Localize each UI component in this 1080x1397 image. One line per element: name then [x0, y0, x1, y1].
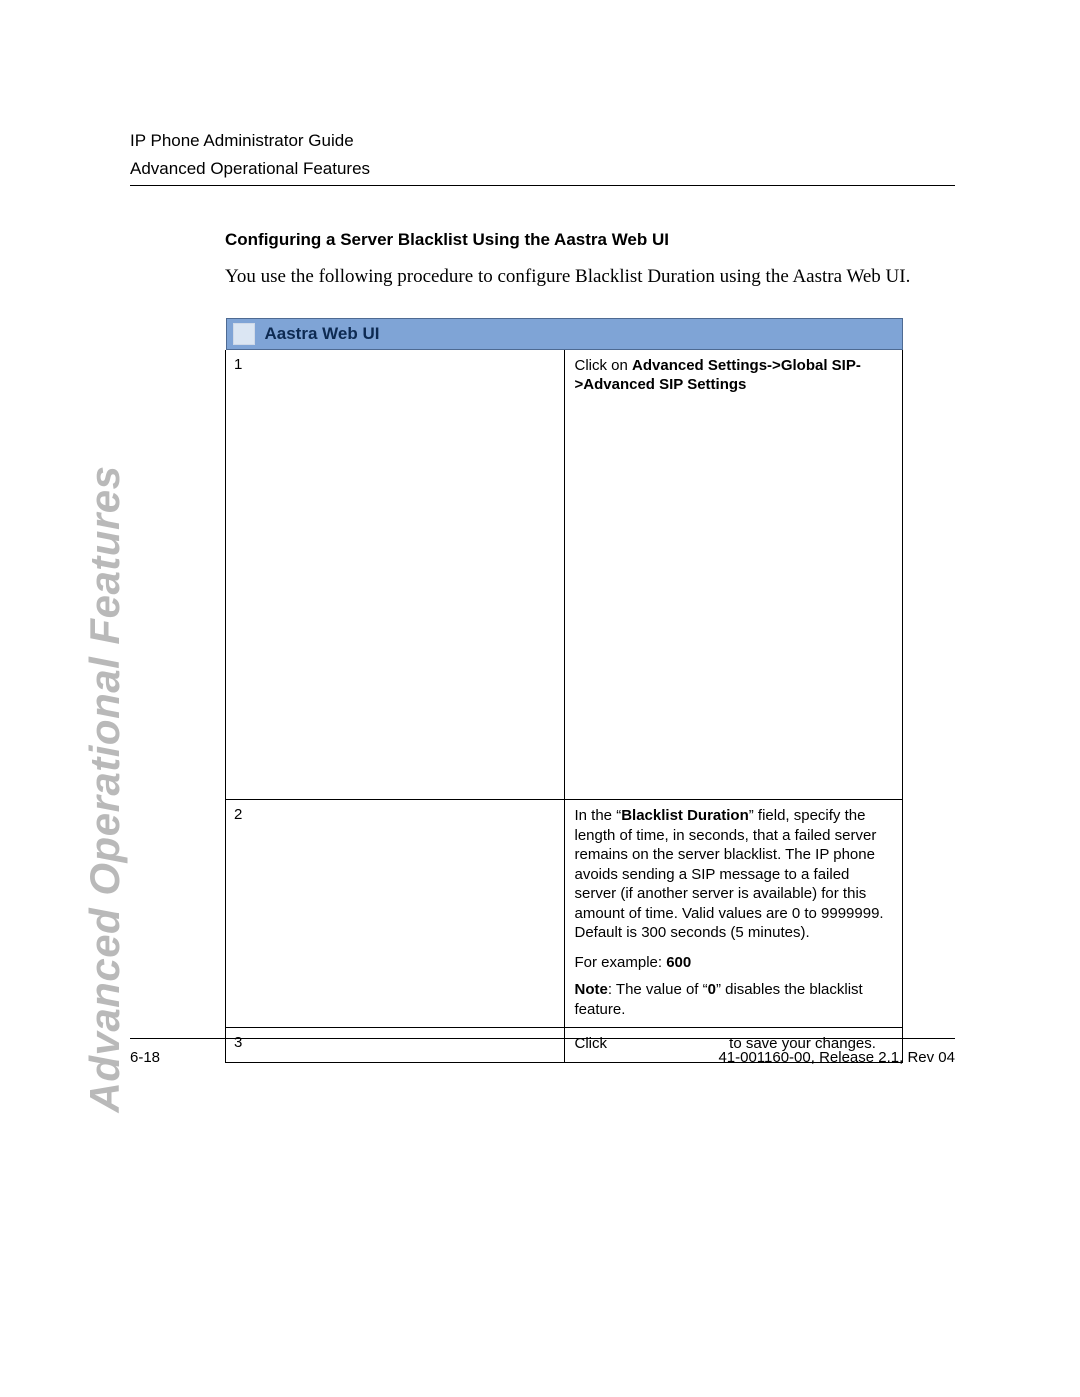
table-row: 2 In the “Blacklist Duration” field, spe… [226, 800, 903, 1028]
step-text: Click on [575, 357, 633, 374]
running-header-line1: IP Phone Administrator Guide [130, 130, 955, 153]
header-rule [130, 185, 955, 186]
page-content: IP Phone Administrator Guide Advanced Op… [130, 130, 955, 1063]
step-note: Note: The value of “0” disables the blac… [575, 980, 893, 1019]
step-bold-field: Blacklist Duration [621, 807, 749, 824]
step-example: For example: 600 [575, 953, 893, 973]
step-number: 2 [226, 800, 565, 1028]
table-row: 1 Click on Advanced Settings->Global SIP… [226, 350, 903, 800]
note-label: Note [575, 981, 608, 998]
section-heading: Configuring a Server Blacklist Using the… [225, 230, 955, 250]
doc-id: 41-001160-00, Release 2.1, Rev 04 [718, 1049, 955, 1066]
banner-row: Aastra Web UI [226, 318, 903, 350]
example-value: 600 [666, 954, 691, 971]
banner-title: Aastra Web UI [265, 324, 380, 344]
note-bold-value: 0 [708, 981, 716, 998]
example-label: For example: [575, 954, 667, 971]
page-footer: 6-18 41-001160-00, Release 2.1, Rev 04 [130, 1038, 955, 1066]
banner-square-icon [233, 323, 255, 345]
step-text: ” field, specify the length of time, in … [575, 807, 884, 941]
step-body: Click on Advanced Settings->Global SIP->… [564, 350, 903, 800]
page-number: 6-18 [130, 1049, 160, 1066]
vertical-section-label: Advanced Operational Features [81, 465, 129, 1112]
step-text: In the “ [575, 807, 622, 824]
procedure-table: Aastra Web UI 1 Click on Advanced Settin… [225, 318, 903, 1063]
procedure-banner: Aastra Web UI [226, 318, 903, 350]
step-number: 1 [226, 350, 565, 800]
step-body: In the “Blacklist Duration” field, speci… [564, 800, 903, 1028]
note-text: : The value of “ [608, 981, 708, 998]
running-header-line2: Advanced Operational Features [130, 159, 955, 179]
main-content: Configuring a Server Blacklist Using the… [225, 230, 955, 1063]
intro-paragraph: You use the following procedure to confi… [225, 264, 955, 290]
